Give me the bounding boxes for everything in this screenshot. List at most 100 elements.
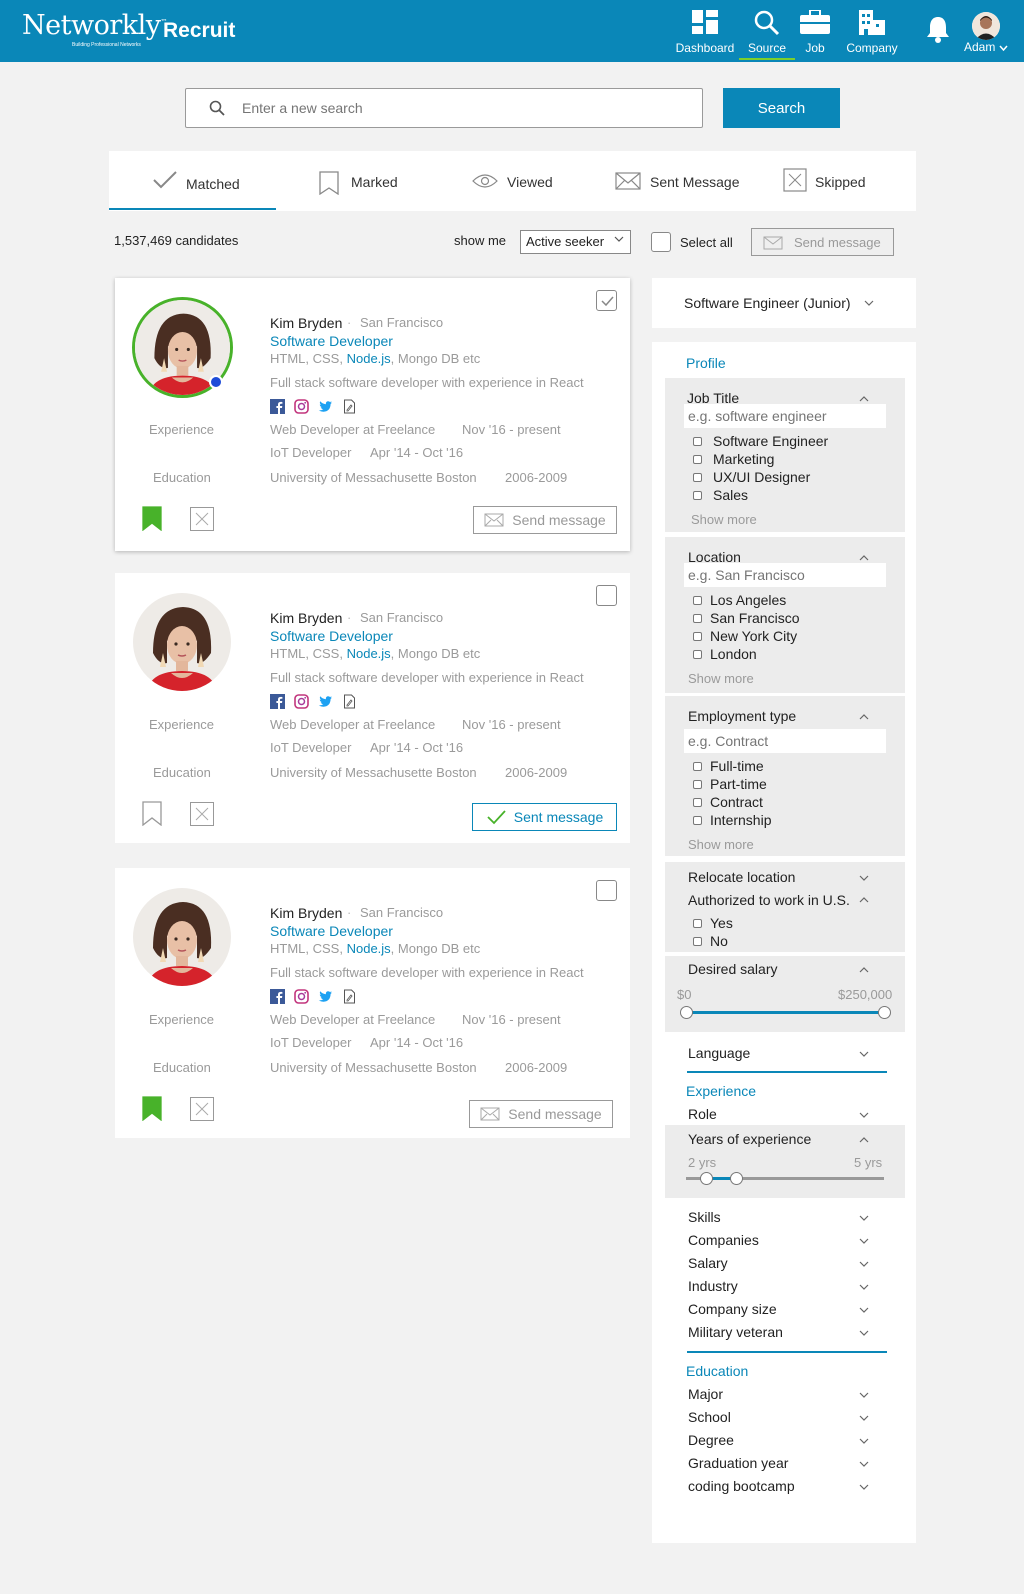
candidate-avatar[interactable] xyxy=(133,888,231,986)
skip-icon[interactable] xyxy=(190,507,214,531)
filter-title[interactable]: Desired salary xyxy=(688,961,777,977)
filter-title[interactable]: School xyxy=(688,1409,731,1425)
filter-checkbox[interactable] xyxy=(693,437,702,446)
filter-title[interactable]: Industry xyxy=(688,1278,738,1294)
filter-title[interactable]: Language xyxy=(688,1045,750,1061)
chevron-down-icon[interactable] xyxy=(859,875,869,881)
filter-option[interactable]: Part-time xyxy=(710,776,767,792)
chevron-down-icon[interactable] xyxy=(859,1461,869,1467)
filter-checkbox[interactable] xyxy=(693,473,702,482)
filter-title[interactable]: Relocate location xyxy=(688,869,795,885)
filter-option[interactable]: New York City xyxy=(710,628,797,644)
skip-icon[interactable] xyxy=(190,1097,214,1121)
candidate-checkbox[interactable] xyxy=(596,585,617,606)
skills-link[interactable]: Node.js xyxy=(347,646,391,661)
filter-option[interactable]: Marketing xyxy=(713,451,774,467)
search-button[interactable]: Search xyxy=(723,88,840,128)
send-message-button[interactable]: Send message xyxy=(473,506,617,534)
filter-title[interactable]: Company size xyxy=(688,1301,777,1317)
candidate-card[interactable]: Kim Bryden · San Francisco Software Develop… xyxy=(115,868,630,1138)
bookmark-icon[interactable] xyxy=(142,506,162,531)
nav-dashboard[interactable]: Dashboard xyxy=(672,0,738,62)
facebook-icon[interactable] xyxy=(270,694,285,709)
years-slider-handle-max[interactable] xyxy=(729,1172,743,1185)
location-input[interactable] xyxy=(684,563,886,587)
user-menu[interactable]: Adam xyxy=(964,40,1008,54)
chevron-up-icon[interactable] xyxy=(859,714,869,720)
chevron-down-icon[interactable] xyxy=(859,1438,869,1444)
job-selector[interactable]: Software Engineer (Junior) xyxy=(652,278,916,328)
filter-option[interactable]: Contract xyxy=(710,794,763,810)
filter-checkbox[interactable] xyxy=(693,614,702,623)
twitter-icon[interactable] xyxy=(318,694,333,709)
filter-checkbox[interactable] xyxy=(693,780,702,789)
chevron-down-icon[interactable] xyxy=(859,1484,869,1490)
filter-title[interactable]: Salary xyxy=(688,1255,728,1271)
tab-marked[interactable]: Marked xyxy=(319,151,409,211)
filter-option[interactable]: Sales xyxy=(713,487,748,503)
filter-title[interactable]: Role xyxy=(688,1106,717,1122)
candidate-name[interactable]: Kim Bryden xyxy=(270,610,342,626)
nav-company[interactable]: Company xyxy=(843,0,901,62)
resume-icon[interactable] xyxy=(342,989,357,1004)
filter-option[interactable]: Software Engineer xyxy=(713,433,828,449)
filter-title[interactable]: Major xyxy=(688,1386,723,1402)
filter-option[interactable]: UX/UI Designer xyxy=(713,469,810,485)
filter-title[interactable]: Graduation year xyxy=(688,1455,788,1471)
send-message-button[interactable]: Send message xyxy=(751,228,894,256)
twitter-icon[interactable] xyxy=(318,989,333,1004)
filter-checkbox[interactable] xyxy=(693,798,702,807)
filter-option[interactable]: Full-time xyxy=(710,758,764,774)
filter-title[interactable]: Skills xyxy=(688,1209,721,1225)
seeker-filter-select[interactable]: Active seeker xyxy=(520,230,631,254)
chevron-up-icon[interactable] xyxy=(859,396,869,402)
filter-title[interactable]: Employment type xyxy=(688,708,796,724)
skip-icon[interactable] xyxy=(190,802,214,826)
candidate-checkbox[interactable] xyxy=(596,290,617,311)
resume-icon[interactable] xyxy=(342,694,357,709)
years-slider-handle-min[interactable] xyxy=(699,1172,713,1185)
show-more-link[interactable]: Show more xyxy=(691,512,757,527)
filter-option[interactable]: London xyxy=(710,646,757,662)
nav-source[interactable]: Source xyxy=(739,0,795,62)
chevron-down-icon[interactable] xyxy=(859,1415,869,1421)
chevron-down-icon[interactable] xyxy=(859,1392,869,1398)
candidate-checkbox[interactable] xyxy=(596,880,617,901)
tab-sent-message[interactable]: Sent Message xyxy=(615,151,745,211)
select-all-checkbox[interactable] xyxy=(651,232,671,252)
twitter-icon[interactable] xyxy=(318,399,333,414)
sent-message-button[interactable]: Sent message xyxy=(472,803,617,831)
instagram-icon[interactable] xyxy=(294,989,309,1004)
chevron-down-icon[interactable] xyxy=(859,1261,869,1267)
job-title-input[interactable] xyxy=(684,404,886,428)
filter-checkbox[interactable] xyxy=(693,491,702,500)
skills-link[interactable]: Node.js xyxy=(347,941,391,956)
chevron-down-icon[interactable] xyxy=(859,1112,869,1118)
filter-title[interactable]: Companies xyxy=(688,1232,759,1248)
filter-option[interactable]: San Francisco xyxy=(710,610,799,626)
filter-checkbox[interactable] xyxy=(693,650,702,659)
filter-option[interactable]: Internship xyxy=(710,812,771,828)
employment-type-input[interactable] xyxy=(684,729,886,753)
instagram-icon[interactable] xyxy=(294,694,309,709)
candidate-avatar[interactable] xyxy=(133,593,231,691)
chevron-up-icon[interactable] xyxy=(859,897,869,903)
chevron-down-icon[interactable] xyxy=(859,1330,869,1336)
filter-title[interactable]: Military veteran xyxy=(688,1324,783,1340)
avatar[interactable] xyxy=(972,12,1000,40)
salary-slider-handle-min[interactable] xyxy=(680,1006,693,1019)
filter-checkbox[interactable] xyxy=(693,455,702,464)
chevron-up-icon[interactable] xyxy=(859,555,869,561)
candidate-name[interactable]: Kim Bryden xyxy=(270,905,342,921)
facebook-icon[interactable] xyxy=(270,989,285,1004)
filter-title[interactable]: Years of experience xyxy=(688,1131,811,1147)
show-more-link[interactable]: Show more xyxy=(688,671,754,686)
tab-matched[interactable]: Matched xyxy=(152,151,252,211)
skills-link[interactable]: Node.js xyxy=(347,351,391,366)
show-more-link[interactable]: Show more xyxy=(688,837,754,852)
facebook-icon[interactable] xyxy=(270,399,285,414)
tab-viewed[interactable]: Viewed xyxy=(472,151,562,211)
filter-title[interactable]: Degree xyxy=(688,1432,734,1448)
chevron-down-icon[interactable] xyxy=(859,1215,869,1221)
filter-option[interactable]: No xyxy=(710,933,728,949)
